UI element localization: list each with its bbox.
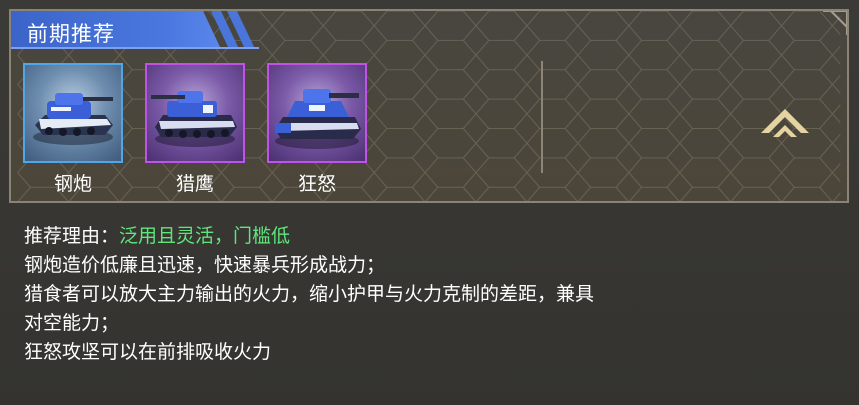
section-title: 前期推荐 bbox=[27, 22, 115, 46]
tank-icon bbox=[33, 93, 113, 145]
unit-portrait-frame bbox=[145, 63, 245, 163]
chevron-up-icon bbox=[761, 109, 809, 137]
unit-name: 狂怒 bbox=[297, 173, 336, 195]
vertical-divider bbox=[541, 61, 543, 173]
collapse-button[interactable] bbox=[755, 101, 815, 145]
unit-lineup-box: 前期推荐 钢炮 猎鹰 狂怒 bbox=[9, 9, 849, 203]
unit-portrait-frame bbox=[267, 63, 367, 163]
recommendation-reason-line: 推荐理由：泛用且灵活，门槛低 bbox=[24, 222, 824, 251]
reason-value: 泛用且灵活，门槛低 bbox=[119, 225, 291, 247]
unit-card-kuangnu[interactable]: 狂怒 bbox=[267, 63, 367, 197]
description-line: 猎食者可以放大主力输出的火力，缩小护甲与火力克制的差距，兼具 bbox=[24, 283, 595, 305]
section-title-tab: 前期推荐 bbox=[11, 11, 261, 51]
unit-card-gangpao[interactable]: 钢炮 bbox=[23, 63, 123, 197]
unit-name: 猎鹰 bbox=[175, 173, 214, 195]
unit-name: 钢炮 bbox=[53, 173, 92, 195]
unit-card-lieying[interactable]: 猎鹰 bbox=[145, 63, 245, 197]
recommendation-panel: 前期推荐 钢炮 猎鹰 狂怒 推荐理由：泛用且灵活，门槛低 钢炮造价低廉且迅速，快… bbox=[0, 0, 859, 405]
description-line: 对空能力； bbox=[24, 312, 120, 334]
corner-decoration-icon bbox=[823, 11, 847, 35]
tank-icon bbox=[275, 89, 361, 149]
reason-label: 推荐理由： bbox=[24, 225, 120, 247]
unit-portrait-frame bbox=[23, 63, 123, 163]
recommendation-description: 推荐理由：泛用且灵活，门槛低 钢炮造价低廉且迅速，快速暴兵形成战力； 猎食者可以… bbox=[24, 222, 824, 367]
tank-icon bbox=[151, 91, 237, 147]
description-line: 钢炮造价低廉且迅速，快速暴兵形成战力； bbox=[24, 254, 386, 276]
description-line: 狂怒攻坚可以在前排吸收火力 bbox=[24, 341, 272, 363]
